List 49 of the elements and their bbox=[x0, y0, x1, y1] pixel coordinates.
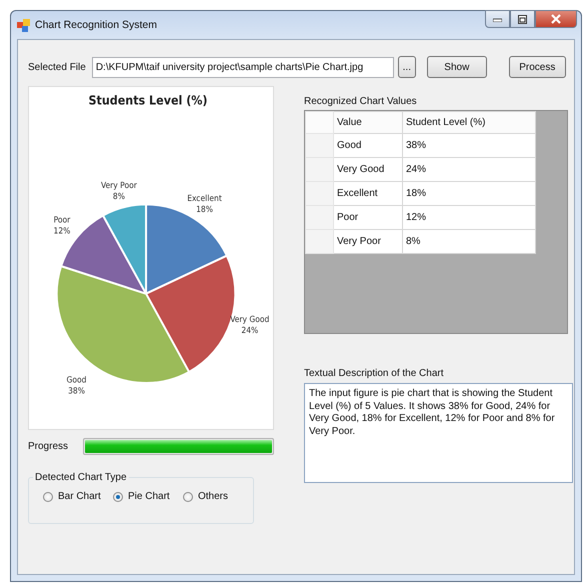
close-button[interactable] bbox=[535, 10, 577, 28]
table-cell: 8% bbox=[402, 230, 536, 254]
table-cell: Excellent bbox=[334, 182, 402, 206]
section-title: Textual Description of the Chart bbox=[304, 368, 445, 379]
browse-button[interactable]: ... bbox=[398, 56, 416, 78]
table-cell: Very Poor bbox=[334, 230, 402, 254]
column-header[interactable]: Value bbox=[334, 112, 402, 134]
show-button[interactable]: Show bbox=[426, 56, 487, 78]
maximize-button[interactable] bbox=[510, 10, 535, 28]
row-header-cell[interactable] bbox=[306, 182, 334, 206]
table-cell: 12% bbox=[402, 206, 536, 230]
row-header-cell[interactable] bbox=[306, 230, 334, 254]
slice-label: Excellent 18% bbox=[187, 192, 222, 214]
radio-label[interactable]: Others bbox=[198, 491, 228, 502]
table-cell: Very Good bbox=[334, 158, 402, 182]
radio-label[interactable]: Bar Chart bbox=[58, 491, 101, 502]
table-cell: 24% bbox=[402, 158, 536, 182]
radio-button[interactable] bbox=[183, 492, 193, 502]
row-header-cell[interactable] bbox=[306, 134, 334, 158]
table-cell: Poor bbox=[334, 206, 402, 230]
slice-label: Good 38% bbox=[66, 374, 86, 396]
slice-label: Poor 12% bbox=[54, 214, 70, 236]
slice-label: Very Poor 8% bbox=[100, 180, 137, 201]
slice-label: Very Good 24% bbox=[230, 314, 270, 336]
process-button[interactable]: Process bbox=[508, 56, 566, 78]
values-grid[interactable]: Value Student Level (%) Good 38% Very Good 24% Excellent 18% Poor 12% Very Poor 8% bbox=[304, 110, 568, 334]
row-header-cell bbox=[306, 112, 334, 134]
table-cell: 18% bbox=[402, 182, 536, 206]
section-title: Recognized Chart Values bbox=[304, 96, 418, 107]
minimize-icon bbox=[493, 16, 502, 22]
file-path-field[interactable]: D:\KFUPM\taif university project\sample charts\Pie Chart.jpg bbox=[92, 56, 394, 78]
description-field[interactable]: The input figure is pie chart that is showing the Student Level (%) of 5 Values. It shows 38% for Good, 24% for Very Good, 18% for Excellent, 12% for Poor and 8% for Very Poor. bbox=[304, 383, 573, 483]
progress-label: Progress bbox=[28, 441, 68, 452]
window-title: Chart Recognition System bbox=[35, 19, 158, 31]
chart-title: Students Level (%) bbox=[88, 92, 208, 108]
group-title: Detected Chart Type bbox=[34, 472, 128, 483]
table-cell: 38% bbox=[402, 134, 536, 158]
close-icon bbox=[551, 14, 561, 24]
field-label: Selected File bbox=[28, 62, 86, 72]
row-header-cell[interactable] bbox=[306, 158, 334, 182]
radio-button[interactable] bbox=[43, 492, 53, 502]
minimize-button[interactable] bbox=[485, 10, 510, 28]
app-icon bbox=[17, 18, 30, 32]
row-header-cell[interactable] bbox=[306, 206, 334, 230]
table-cell: Good bbox=[334, 134, 402, 158]
maximize-icon bbox=[518, 14, 527, 24]
radio-button[interactable] bbox=[113, 492, 123, 502]
column-header[interactable]: Student Level (%) bbox=[402, 112, 536, 134]
radio-label[interactable]: Pie Chart bbox=[128, 491, 170, 502]
